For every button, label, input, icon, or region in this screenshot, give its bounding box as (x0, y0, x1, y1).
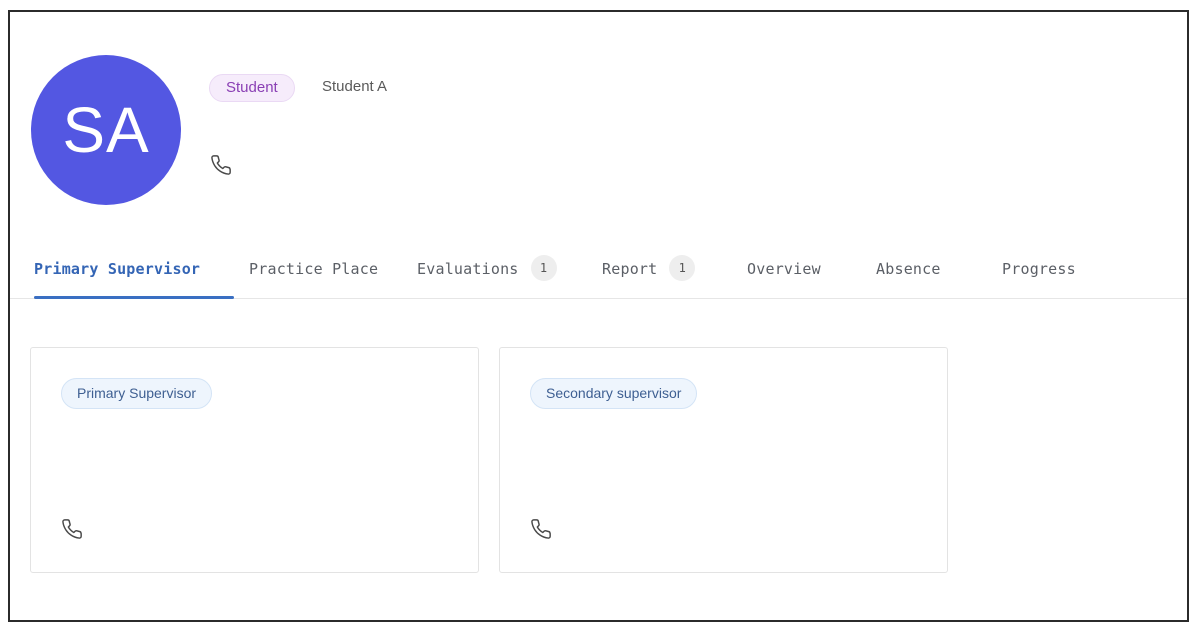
profile-page: SA Student Student A Primary Supervisor … (8, 10, 1189, 622)
tab-report[interactable]: Report 1 (602, 252, 696, 298)
phone-icon[interactable] (210, 154, 232, 176)
tab-label: Progress (1002, 260, 1076, 278)
tab-label: Absence (876, 260, 941, 278)
tab-bar: Primary Supervisor Practice Place Evalua… (10, 252, 1187, 299)
tab-label: Practice Place (249, 260, 379, 278)
card-role-badge: Secondary supervisor (530, 378, 698, 409)
avatar-initials: SA (62, 94, 150, 166)
primary-supervisor-card: Primary Supervisor (30, 347, 479, 573)
tab-absence[interactable]: Absence (876, 252, 941, 298)
evaluations-count-badge: 1 (530, 255, 557, 281)
report-count-badge: 1 (669, 255, 696, 281)
tab-label: Report (602, 260, 658, 278)
tab-overview[interactable]: Overview (747, 252, 821, 298)
active-tab-indicator (34, 296, 234, 299)
tab-label: Primary Supervisor (34, 260, 201, 278)
tab-primary-supervisor[interactable]: Primary Supervisor (34, 252, 234, 299)
secondary-supervisor-card: Secondary supervisor (499, 347, 948, 573)
avatar: SA (31, 55, 181, 205)
tab-label: Overview (747, 260, 821, 278)
student-name: Student A (322, 78, 388, 95)
phone-icon[interactable] (530, 518, 552, 540)
tab-evaluations[interactable]: Evaluations 1 (417, 252, 557, 298)
tab-practice-place[interactable]: Practice Place (249, 252, 378, 298)
tab-label: Evaluations (417, 260, 519, 278)
card-role-badge: Primary Supervisor (61, 378, 213, 409)
phone-icon[interactable] (61, 518, 83, 540)
role-badge: Student (209, 74, 295, 102)
tab-progress[interactable]: Progress (1002, 252, 1076, 298)
